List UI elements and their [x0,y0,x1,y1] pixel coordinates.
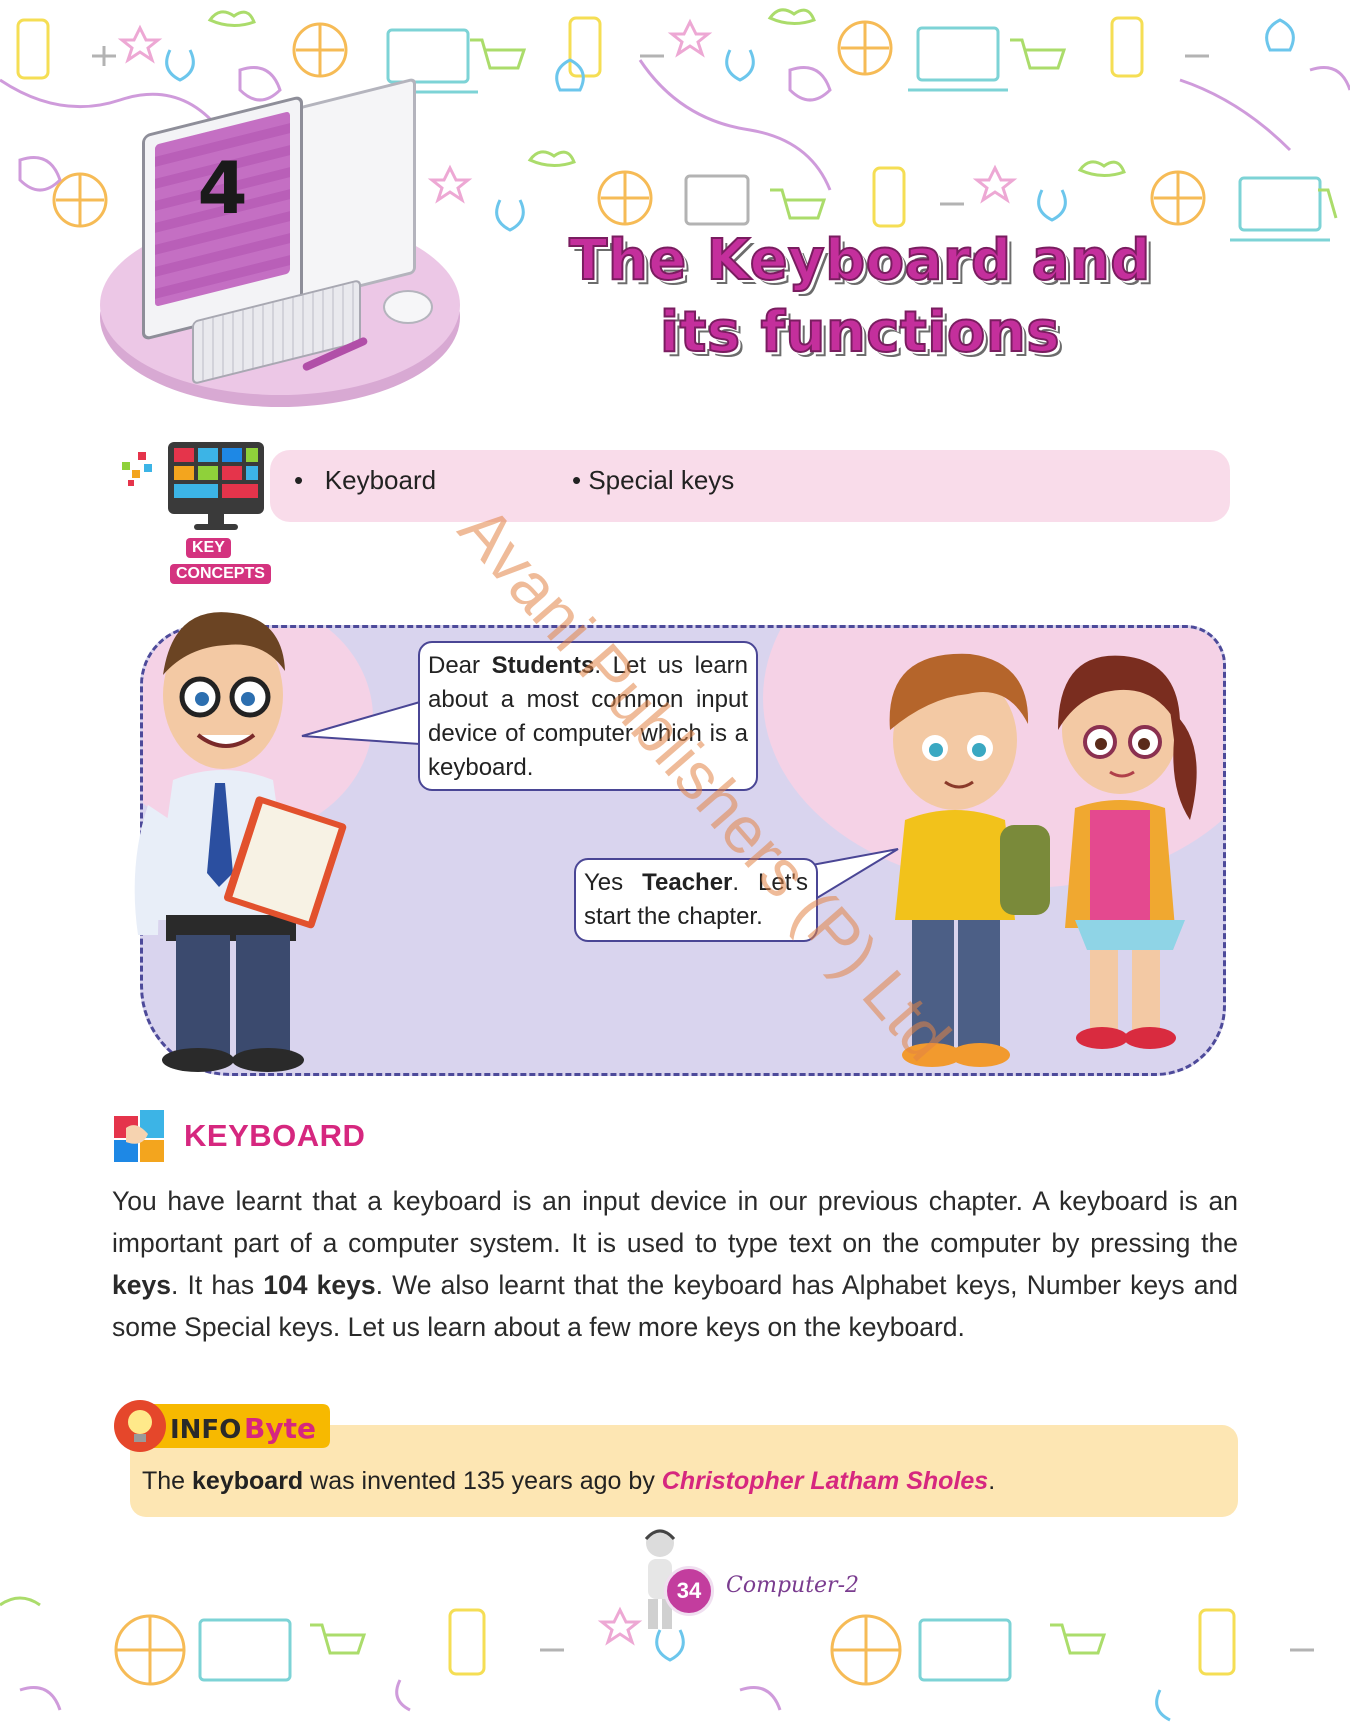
key-concepts-label-bottom: CONCEPTS [170,564,271,584]
info-byte-label-accent: Byte [244,1412,316,1445]
chapter-title: The Keyboard and its functions [568,227,1151,366]
info-text: . [988,1467,996,1495]
info-text: The [142,1467,193,1495]
paragraph-bold-keys: keys [112,1270,171,1300]
keyboard-paragraph: You have learnt that a keyboard is an in… [112,1180,1238,1348]
key-concepts-monitor-icon [122,442,264,530]
teacher-illustration [134,612,347,1072]
key-concepts-label-top: KEY [186,538,231,558]
paragraph-text: You have learnt that a keyboard is an in… [112,1186,1238,1258]
mouse-icon [383,290,433,324]
info-text: was invented 135 years ago by [303,1467,662,1495]
section-icon [114,1110,164,1162]
info-bold: keyboard [192,1467,304,1495]
paragraph-bold-count: 104 keys [263,1270,376,1300]
section-heading: KEYBOARD [184,1118,366,1153]
info-byte-badge: INFO Byte [114,1400,330,1452]
info-byte-label: INFO [170,1415,241,1445]
students-prefix: Yes [584,869,643,896]
info-byte-text: The keyboard was invented 135 years ago … [142,1467,995,1496]
computer-tower-icon [298,77,416,303]
students-emphasis: Teacher [642,869,733,896]
paragraph-text: . It has [170,1270,264,1300]
chapter-number: 4 [197,146,248,230]
teacher-greeting: Dear [428,652,492,679]
key-concept-item: • Special keys [572,465,735,495]
key-concept-label: Special keys [588,465,735,495]
inventor-name: Christopher Latham Sholes [661,1467,989,1495]
book-title: Computer-2 [726,1573,859,1598]
page-number: 34 [664,1566,714,1616]
teacher-bubble-tail [301,701,421,745]
